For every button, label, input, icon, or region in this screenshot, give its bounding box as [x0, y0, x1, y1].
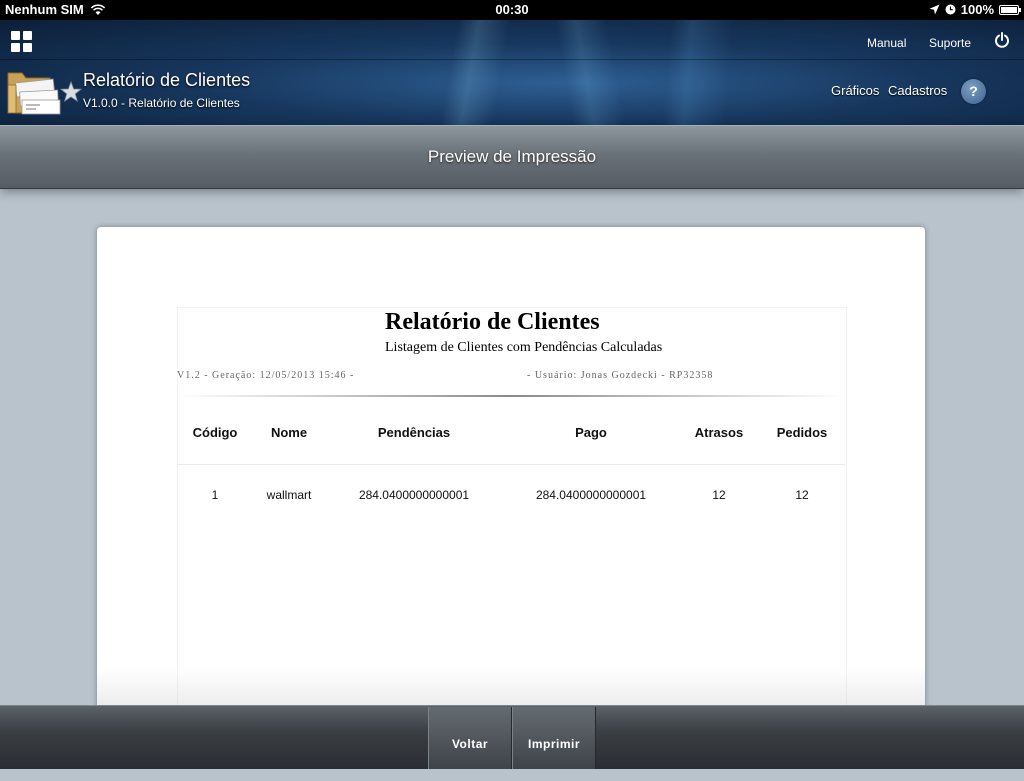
report-subtitle: Listagem de Clientes com Pendências Calc…: [385, 340, 663, 355]
header-divider: [0, 59, 1024, 60]
star-icon: [60, 81, 82, 102]
bottom-toolbar: Voltar Imprimir: [0, 705, 1024, 769]
print-button[interactable]: Imprimir: [512, 707, 596, 769]
column-header-delays: Atrasos: [694, 425, 744, 440]
back-button[interactable]: Voltar: [428, 707, 512, 769]
grid-menu-icon[interactable]: [11, 31, 32, 52]
app-title: Relatório de Clientes: [83, 70, 251, 90]
report-divider: [177, 395, 845, 397]
column-header-paid: Pago: [575, 425, 607, 440]
page-titlebar: Preview de Impressão: [0, 125, 1024, 189]
report-generation-info: V1.2 - Geração: 12/05/2013 15:46 -: [177, 370, 355, 381]
cell-code: 1: [211, 488, 219, 502]
battery-icon: [999, 4, 1021, 15]
cell-pending: 284.0400000000001: [358, 488, 470, 502]
table-header-divider: [177, 464, 845, 465]
cell-orders: 12: [795, 488, 809, 502]
print-preview-paper: Relatório de Clientes Listagem de Client…: [97, 227, 925, 727]
app-header: Manual Suporte Relatório de Clientes V1.…: [0, 20, 1024, 126]
manual-link[interactable]: Manual: [867, 36, 906, 50]
page-title: Preview de Impressão: [427, 147, 597, 166]
column-header-name: Nome: [270, 425, 308, 440]
power-icon[interactable]: [994, 32, 1010, 48]
report-user-info: - Usuário: Jonas Gozdecki - RP32358: [527, 370, 714, 381]
status-bar: Nenhum SIM 00:30 100%: [0, 0, 1024, 20]
cell-name: wallmart: [266, 488, 312, 502]
registries-link[interactable]: Cadastros: [888, 83, 947, 98]
column-header-orders: Pedidos: [776, 425, 828, 440]
cell-delays: 12: [712, 488, 726, 502]
column-header-pending: Pendências: [377, 425, 451, 440]
support-link[interactable]: Suporte: [929, 36, 971, 50]
clock-icon: [945, 4, 956, 15]
cell-paid: 284.0400000000001: [535, 488, 647, 502]
clock-time: 00:30: [495, 2, 529, 17]
charts-link[interactable]: Gráficos: [831, 83, 879, 98]
help-button[interactable]: ?: [961, 79, 986, 104]
battery-percent: 100%: [960, 2, 994, 17]
column-header-code: Código: [192, 425, 238, 440]
folder-icon: [7, 72, 61, 115]
location-arrow-icon: [929, 4, 940, 15]
report-title: Relatório de Clientes: [385, 309, 600, 335]
app-version: V1.0.0 - Relatório de Clientes: [83, 96, 240, 110]
